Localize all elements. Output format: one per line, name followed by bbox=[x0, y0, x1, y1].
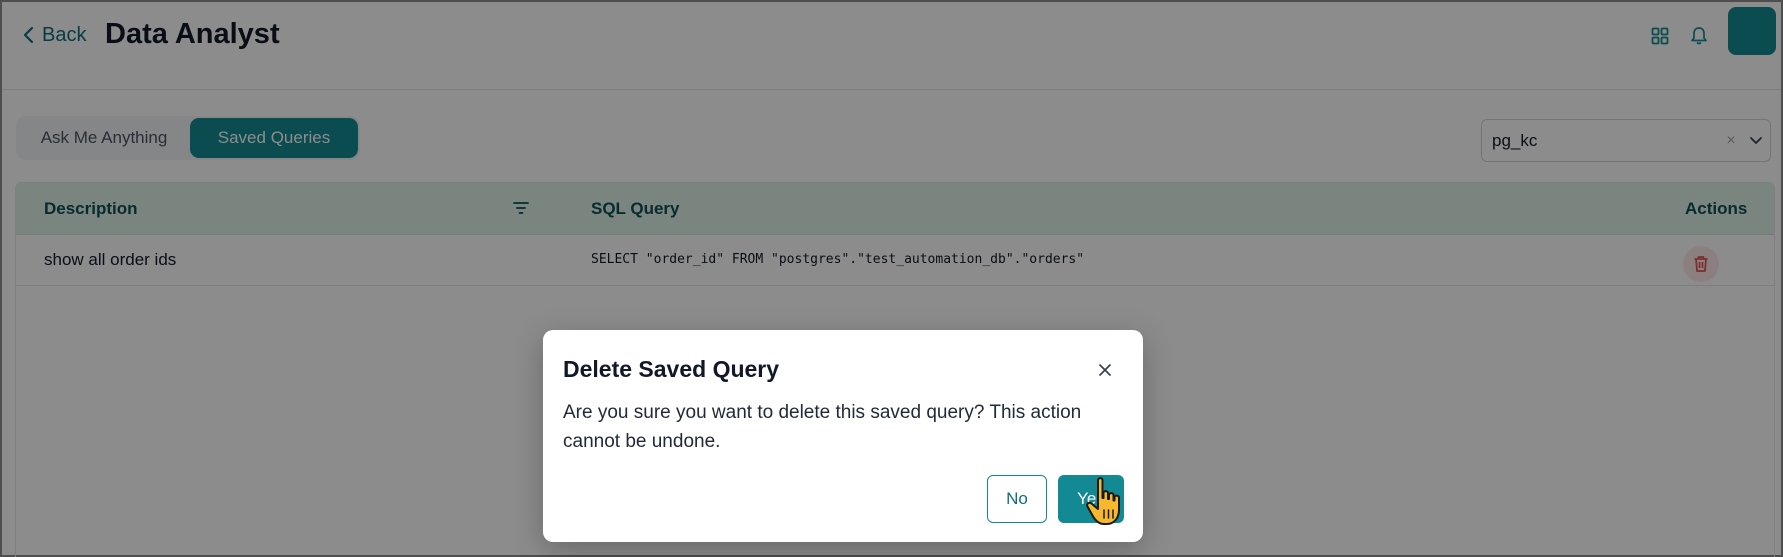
dialog-title: Delete Saved Query bbox=[563, 356, 780, 382]
dialog-message: Are you sure you want to delete this sav… bbox=[563, 402, 1082, 452]
no-button[interactable]: No bbox=[987, 475, 1047, 523]
hand-pointer-cursor-icon bbox=[1086, 477, 1120, 525]
close-icon[interactable] bbox=[1093, 358, 1117, 382]
delete-confirm-dialog: Delete Saved Query Are you sure you want… bbox=[543, 330, 1143, 542]
